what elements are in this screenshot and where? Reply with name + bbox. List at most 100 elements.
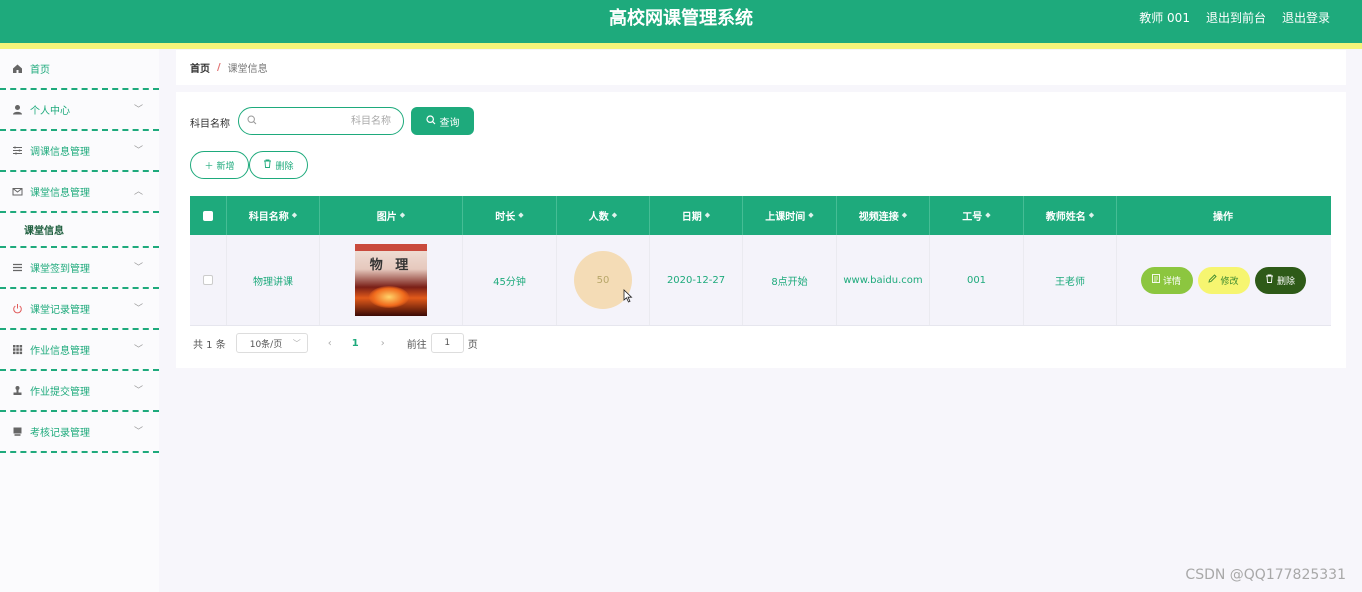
column-header[interactable]: 工号 ◆ (930, 196, 1024, 235)
total-count: 共 1 条 (193, 339, 226, 351)
sidebar-item-homework-submit[interactable]: 作业提交管理 ﹀ (0, 371, 159, 412)
page-unit-label: 页 (467, 339, 478, 351)
sidebar-item-checkin[interactable]: 课堂签到管理 ﹀ (0, 248, 159, 289)
chevron-down-icon: ﹀ (133, 386, 143, 396)
goto-label: 前往 (406, 339, 427, 351)
sidebar: 首页 个人中心 ﹀ 调课信息管理 ﹀ 课堂信息管理 ︿ 课堂信息 课堂签到管理 … (0, 49, 159, 592)
cell-date: 2020-12-27 (650, 235, 743, 325)
breadcrumb-current: 课堂信息 (227, 64, 268, 75)
trash-icon (263, 159, 272, 171)
breadcrumb: 首页 / 课堂信息 (176, 50, 1346, 85)
document-icon (1152, 274, 1160, 286)
power-icon (12, 303, 23, 314)
chevron-down-icon: ﹀ (133, 427, 143, 437)
select-all-cell (190, 196, 227, 235)
sidebar-item-homework-info[interactable]: 作业信息管理 ﹀ (0, 330, 159, 371)
sidebar-item-label: 课堂签到管理 (30, 264, 90, 275)
header-accent-bar (0, 43, 1362, 49)
sort-icon: ◆ (518, 211, 524, 219)
chevron-down-icon: ﹀ (133, 105, 143, 115)
cell-time: 8点开始 (743, 235, 837, 325)
page-size-value: 10条/页 (249, 339, 283, 350)
column-header-actions: 操作 (1213, 212, 1233, 223)
chevron-down-icon: ﹀ (133, 345, 143, 355)
sidebar-item-class-record[interactable]: 课堂记录管理 ﹀ (0, 289, 159, 330)
column-header[interactable]: 图片 ◆ (320, 196, 463, 235)
current-page[interactable]: 1 (352, 338, 359, 349)
next-page-button[interactable]: › (381, 338, 385, 349)
sidebar-item-label: 作业提交管理 (30, 387, 90, 398)
user-icon (12, 104, 23, 115)
select-all-checkbox[interactable] (203, 210, 213, 221)
chevron-down-icon: ﹀ (133, 304, 143, 314)
search-label: 科目名称 (190, 119, 230, 130)
row-checkbox[interactable] (203, 275, 213, 285)
add-button[interactable]: ＋ 新增 (190, 151, 249, 179)
chevron-down-icon: ﹀ (133, 263, 143, 273)
column-header[interactable]: 上课时间 ◆ (743, 196, 837, 235)
breadcrumb-home[interactable]: 首页 (190, 60, 210, 75)
cell-duration: 45分钟 (463, 235, 557, 325)
column-header[interactable]: 人数 ◆ (557, 196, 650, 235)
chevron-up-icon: ︿ (133, 187, 143, 197)
sidebar-item-label: 考核记录管理 (30, 428, 90, 439)
sliders-icon (12, 145, 23, 156)
main-panel: 科目名称 查询 ＋ 新增 删除 科目名称◆ 图片◆ 时长◆ 人数◆ 日期◆ (176, 92, 1346, 368)
sidebar-item-label: 首页 (30, 65, 50, 76)
pagination: 共 1 条 10条/页 ﹀ ‹ 1 › 前往 1 页 (193, 333, 478, 353)
data-table: 科目名称 ◆ 图片 ◆ 时长 ◆ 人数 ◆ 日期 ◆ 上课时间 ◆ 视频连接 ◆ 工号 ◆ 教师… (190, 196, 1331, 326)
stamp-icon (12, 385, 23, 396)
column-header[interactable]: 教师姓名 ◆ (1024, 196, 1117, 235)
sidebar-item-assessment[interactable]: 考核记录管理 ﹀ (0, 412, 159, 453)
column-header[interactable]: 日期 ◆ (650, 196, 743, 235)
edit-button-label: 修改 (1220, 276, 1239, 287)
cell-actions: 详情 修改 删除 (1117, 235, 1329, 325)
mouse-cursor-icon (623, 289, 633, 306)
sidebar-item-personal-center[interactable]: 个人中心 ﹀ (0, 90, 159, 131)
search-icon (247, 115, 257, 128)
logout-link[interactable]: 退出登录 (1282, 0, 1330, 37)
row-actions: 详情 修改 删除 (1140, 266, 1306, 294)
sidebar-item-label: 作业信息管理 (30, 346, 90, 357)
current-user: 教师 001 (1139, 11, 1190, 25)
sidebar-item-home[interactable]: 首页 (0, 49, 159, 90)
bulk-delete-button[interactable]: 删除 (249, 151, 308, 179)
prev-page-button[interactable]: ‹ (328, 338, 332, 349)
top-header: 高校网课管理系统 教师 001 退出到前台 退出登录 (0, 0, 1362, 43)
exit-to-front-link[interactable]: 退出到前台 (1206, 0, 1266, 37)
envelope-icon (12, 186, 23, 197)
sort-icon: ◆ (291, 211, 298, 219)
detail-button[interactable]: 详情 (1140, 266, 1193, 294)
search-input[interactable] (263, 113, 391, 129)
query-button[interactable]: 查询 (411, 107, 474, 135)
table-header: 科目名称 ◆ 图片 ◆ 时长 ◆ 人数 ◆ 日期 ◆ 上课时间 ◆ 视频连接 ◆ 工号 ◆ 教师… (190, 196, 1331, 235)
query-button-label: 查询 (439, 117, 460, 129)
watermark: CSDN @QQ177825331 (1185, 567, 1346, 583)
delete-button-label: 删除 (1276, 276, 1295, 287)
table-row: 物理讲课 物 理 45分钟 50 2020-12-27 8点开始 www.bai… (190, 235, 1331, 326)
grid-icon (12, 344, 23, 355)
sidebar-subitem-class-info[interactable]: 课堂信息 (0, 213, 159, 248)
goto-page-input[interactable]: 1 (430, 333, 464, 353)
column-header[interactable]: 视频连接 ◆ (837, 196, 930, 235)
delete-button[interactable]: 删除 (1254, 266, 1306, 294)
column-header[interactable]: 科目名称 ◆ (227, 196, 320, 235)
course-cover-image[interactable]: 物 理 (355, 244, 427, 316)
row-select-cell (190, 235, 227, 325)
column-header[interactable]: 时长 ◆ (463, 196, 557, 235)
sidebar-item-schedule-change[interactable]: 调课信息管理 ﹀ (0, 131, 159, 172)
sidebar-item-class-info[interactable]: 课堂信息管理 ︿ (0, 172, 159, 213)
sort-icon: ◆ (1088, 211, 1095, 219)
folder-icon (12, 426, 23, 437)
search-icon (425, 114, 436, 128)
sort-icon: ◆ (704, 211, 711, 219)
count-value: 50 (596, 274, 610, 286)
search-field[interactable] (238, 107, 404, 135)
page-size-select[interactable]: 10条/页 ﹀ (235, 333, 308, 353)
sidebar-item-label: 调课信息管理 (30, 147, 90, 158)
detail-button-label: 详情 (1162, 276, 1181, 287)
edit-button[interactable]: 修改 (1197, 266, 1250, 294)
sidebar-item-label: 课堂信息管理 (30, 188, 90, 199)
sort-icon: ◆ (901, 211, 908, 219)
cell-video-link[interactable]: www.baidu.com (837, 235, 930, 325)
